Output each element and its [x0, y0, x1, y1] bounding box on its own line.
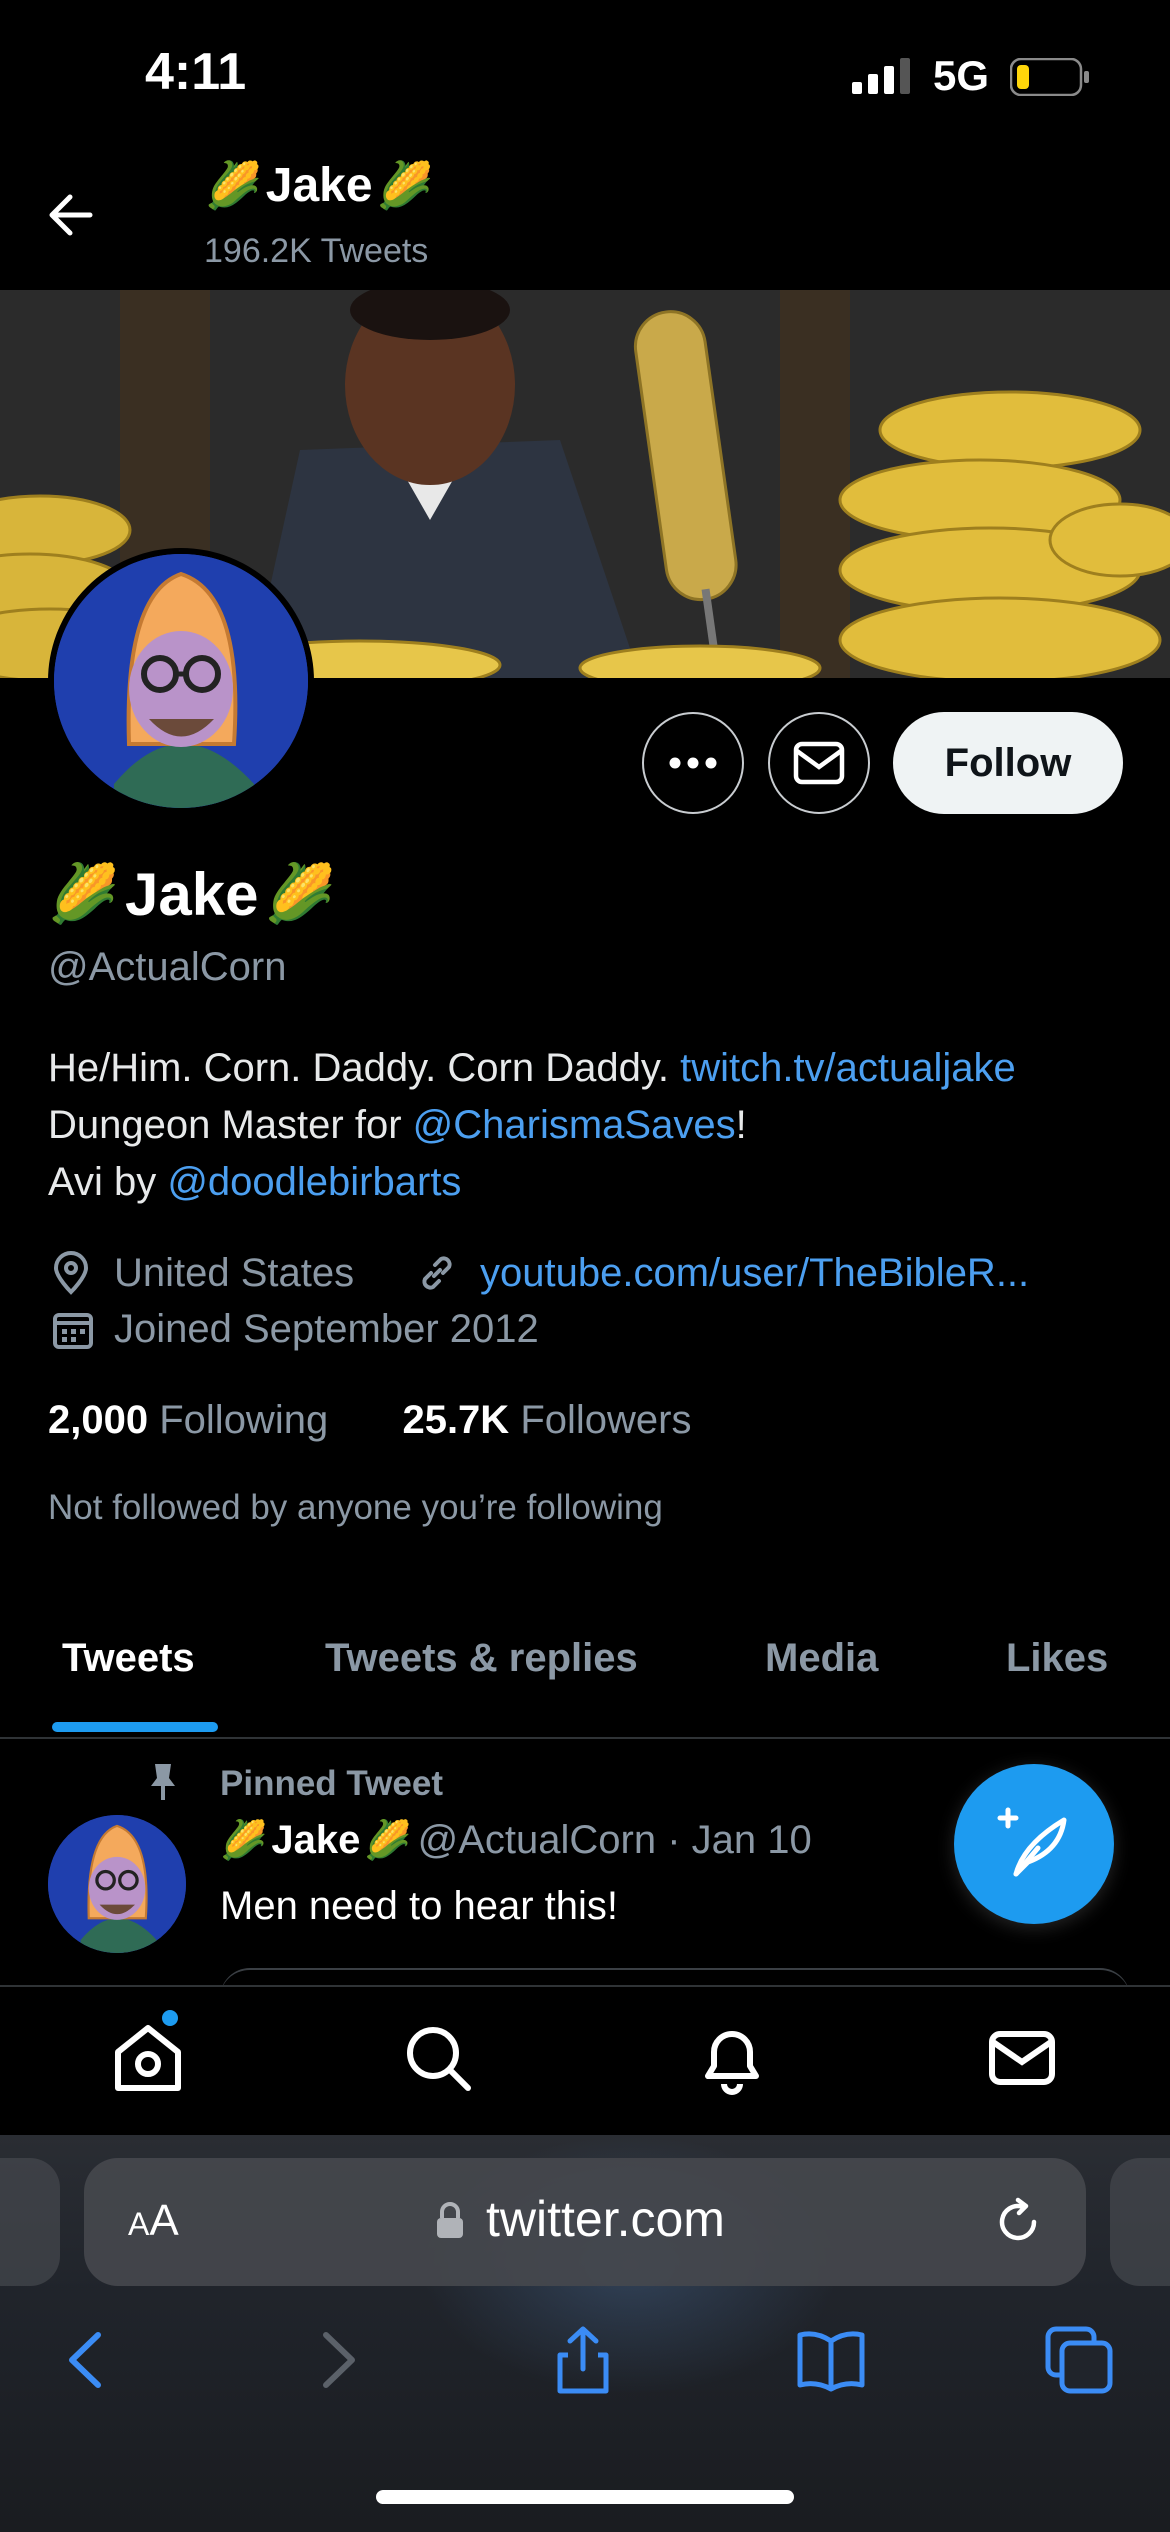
more-options-button[interactable] [642, 712, 744, 814]
tweet-header: 🌽 Jake 🌽 @ActualCorn · Jan 10 [220, 1818, 812, 1863]
more-icon [669, 757, 717, 769]
joined-date: Joined September 2012 [52, 1307, 539, 1352]
bio-text: He/Him. Corn. Daddy. Corn Daddy. [48, 1046, 681, 1090]
bio-text: Avi by [48, 1160, 168, 1204]
corn-emoji: 🌽 [376, 159, 434, 211]
follow-stats: 2,000 Following 25.7K Followers [48, 1398, 691, 1443]
bell-icon[interactable] [694, 2020, 770, 2096]
home-indicator [376, 2490, 794, 2504]
bio-line-2: Dungeon Master for @CharismaSaves! [48, 1103, 747, 1148]
browser-forward-icon[interactable] [302, 2325, 372, 2395]
share-icon[interactable] [548, 2325, 618, 2395]
location: United States [48, 1250, 354, 1296]
bio-text: Dungeon Master for [48, 1103, 413, 1147]
corn-emoji: 🌽 [48, 862, 119, 926]
tab-tweets[interactable]: Tweets [62, 1636, 195, 1681]
follow-button[interactable]: Follow [893, 712, 1123, 814]
following-link[interactable]: 2,000 Following [48, 1398, 328, 1442]
website-link[interactable]: youtube.com/user/TheBibleR... [480, 1251, 1029, 1296]
bio-mention-doodlebirbarts[interactable]: @doodlebirbarts [167, 1160, 461, 1204]
compose-feather-icon [997, 1807, 1067, 1877]
header-name: 🌽 Jake 🌽 [205, 158, 433, 213]
corn-emoji: 🌽 [220, 1819, 268, 1862]
tweet-meta: @ActualCorn · Jan 10 [417, 1818, 812, 1862]
tweet-author-name[interactable]: 🌽 Jake 🌽 [220, 1818, 412, 1863]
previous-tab-stub[interactable] [0, 2158, 60, 2286]
home-notification-dot [162, 2010, 178, 2026]
following-count: 2,000 [48, 1398, 149, 1442]
tab-media[interactable]: Media [765, 1636, 878, 1681]
tab-likes[interactable]: Likes [1006, 1636, 1108, 1681]
pin-icon [151, 1764, 175, 1800]
url-text[interactable]: twitter.com [486, 2190, 725, 2248]
profile-avatar[interactable] [48, 548, 314, 814]
corn-emoji: 🌽 [364, 1819, 412, 1862]
mail-icon[interactable] [984, 2020, 1060, 2096]
not-followed-notice: Not followed by anyone you’re following [48, 1488, 663, 1527]
browser-back-icon[interactable] [52, 2325, 122, 2395]
next-tab-stub[interactable] [1110, 2158, 1170, 2286]
reload-icon[interactable] [992, 2196, 1044, 2248]
following-label: Following [159, 1398, 329, 1442]
search-icon[interactable] [400, 2020, 476, 2096]
followers-link[interactable]: 25.7K Followers [402, 1398, 691, 1442]
calendar-icon [53, 1312, 93, 1349]
bio-line-3: Avi by @doodlebirbarts [48, 1160, 461, 1205]
tweet-author-avatar[interactable] [48, 1815, 186, 1953]
mail-icon [793, 741, 845, 785]
bookmarks-icon[interactable] [796, 2325, 866, 2395]
link-icon [422, 1256, 452, 1290]
text-size-small-a: A [128, 2206, 150, 2242]
website[interactable]: youtube.com/user/TheBibleR... [414, 1250, 1029, 1296]
bio-mention-charismasaves[interactable]: @CharismaSaves [413, 1103, 736, 1147]
battery-icon [1010, 58, 1089, 96]
profile-handle: @ActualCorn [48, 945, 287, 989]
tabs-icon[interactable] [1044, 2325, 1114, 2395]
header-name-text: Jake [265, 159, 373, 212]
home-icon[interactable] [110, 2020, 186, 2096]
text-size-button[interactable]: AA [128, 2196, 179, 2246]
active-tab-indicator [52, 1722, 218, 1732]
followers-label: Followers [520, 1398, 692, 1442]
bio-link-twitch[interactable]: twitch.tv/actualjake [680, 1046, 1016, 1090]
avatar-image [48, 1815, 186, 1953]
status-time: 4:11 [145, 43, 247, 101]
lock-icon [437, 2202, 463, 2238]
tweet-text: Men need to hear this! [220, 1884, 619, 1928]
bio-text: ! [735, 1103, 747, 1147]
corn-emoji: 🌽 [264, 862, 336, 926]
tabs-divider [0, 1737, 1170, 1739]
bio-line-1: He/Him. Corn. Daddy. Corn Daddy. twitch.… [48, 1046, 1016, 1091]
header-tweet-count: 196.2K Tweets [204, 232, 429, 270]
profile-name: 🌽 Jake 🌽 [48, 860, 335, 929]
joined-text: Joined September 2012 [114, 1307, 539, 1351]
message-button[interactable] [768, 712, 870, 814]
back-arrow-icon[interactable] [40, 185, 110, 245]
signal-icon [852, 58, 910, 94]
avatar-image [54, 554, 308, 808]
profile-name-text: Jake [124, 861, 259, 928]
compose-tweet-button[interactable] [954, 1764, 1114, 1924]
tweet-author-name-text: Jake [271, 1818, 361, 1862]
network-type: 5G [933, 52, 990, 99]
location-text: United States [114, 1250, 355, 1295]
tab-tweets-and-replies[interactable]: Tweets & replies [325, 1636, 638, 1681]
corn-emoji: 🌽 [205, 159, 262, 211]
location-pin-icon [53, 1251, 89, 1295]
text-size-large-a: A [149, 2196, 179, 2245]
followers-count: 25.7K [402, 1398, 510, 1442]
pinned-tweet-label: Pinned Tweet [220, 1764, 443, 1803]
